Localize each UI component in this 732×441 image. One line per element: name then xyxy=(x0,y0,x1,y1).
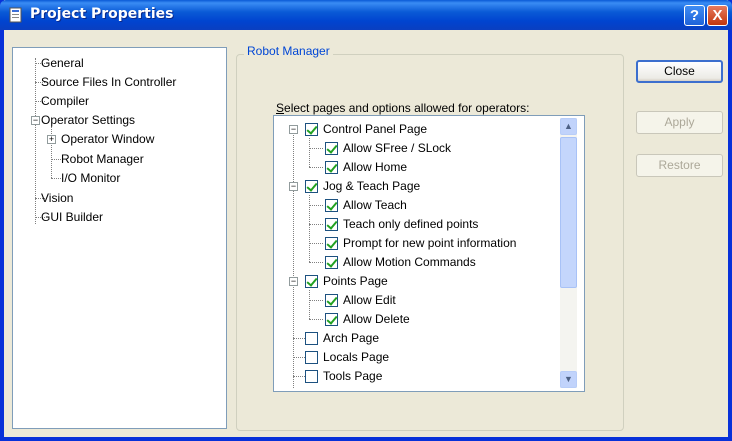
prompt-text: elect pages and options allowed for oper… xyxy=(284,101,530,115)
nav-item-vision[interactable]: Vision xyxy=(41,190,73,206)
tree-connector xyxy=(309,262,323,263)
tree-connector xyxy=(293,338,305,339)
tree-connector xyxy=(293,357,305,358)
option-label: Allow Teach xyxy=(343,198,407,212)
options-prompt: Select pages and options allowed for ope… xyxy=(276,101,530,115)
tree-connector xyxy=(293,126,294,388)
collapse-icon[interactable]: − xyxy=(289,182,298,191)
option-label: Control Panel Page xyxy=(323,122,428,136)
tree-connector xyxy=(293,376,305,377)
nav-item-general[interactable]: General xyxy=(41,55,84,71)
collapse-icon[interactable]: − xyxy=(31,116,40,125)
collapse-icon[interactable]: − xyxy=(289,125,298,134)
nav-item-gui-builder[interactable]: GUI Builder xyxy=(41,209,103,225)
nav-item-operator-window[interactable]: Operator Window xyxy=(61,131,154,147)
close-button[interactable]: Close xyxy=(636,60,723,83)
checkbox[interactable] xyxy=(305,332,318,345)
checkbox[interactable] xyxy=(325,294,338,307)
nav-item-compiler[interactable]: Compiler xyxy=(41,93,89,109)
scroll-thumb[interactable] xyxy=(560,137,577,288)
checkbox[interactable] xyxy=(325,199,338,212)
checkbox[interactable] xyxy=(305,351,318,364)
checkbox[interactable] xyxy=(325,142,338,155)
option-label: Teach only defined points xyxy=(343,217,479,231)
checkbox[interactable] xyxy=(305,370,318,383)
options-tree-list[interactable]: − − − Control Panel Page Allow SFree / S… xyxy=(273,115,585,392)
collapse-icon[interactable]: − xyxy=(289,277,298,286)
option-label: Allow Home xyxy=(343,160,408,174)
tree-connector xyxy=(309,319,323,320)
checkbox[interactable] xyxy=(325,313,338,326)
nav-item-io-monitor[interactable]: I/O Monitor xyxy=(61,170,120,186)
navigation-tree[interactable]: General Source Files In Controller Compi… xyxy=(12,47,227,429)
checkbox[interactable] xyxy=(305,123,318,136)
checkbox[interactable] xyxy=(325,218,338,231)
close-window-button[interactable]: X xyxy=(707,5,728,26)
app-icon xyxy=(9,7,22,23)
title-bar[interactable]: Project Properties ? X xyxy=(0,0,732,30)
option-label: Locals Page xyxy=(323,350,390,364)
group-title: Robot Manager xyxy=(244,44,333,58)
window-title: Project Properties xyxy=(30,6,174,22)
tree-connector xyxy=(309,167,323,168)
project-properties-window: Project Properties ? X General Source Fi… xyxy=(0,0,732,441)
checkbox[interactable] xyxy=(325,256,338,269)
option-label: Allow Delete xyxy=(343,312,410,326)
tree-connector xyxy=(309,205,323,206)
help-button[interactable]: ? xyxy=(684,5,705,26)
nav-item-source-files[interactable]: Source Files In Controller xyxy=(41,74,176,90)
option-label: Points Page xyxy=(323,274,388,288)
option-label: Prompt for new point information xyxy=(343,236,517,250)
tree-connector xyxy=(309,290,310,319)
tree-connector xyxy=(309,148,323,149)
restore-button[interactable]: Restore xyxy=(636,154,723,177)
tree-connector xyxy=(309,243,323,244)
nav-item-operator-settings[interactable]: Operator Settings xyxy=(41,112,135,128)
option-label: Jog & Teach Page xyxy=(323,179,421,193)
prompt-mnemonic: S xyxy=(276,101,285,115)
checkbox[interactable] xyxy=(305,275,318,288)
apply-button[interactable]: Apply xyxy=(636,111,723,134)
vertical-scrollbar[interactable]: ▲ ▼ xyxy=(560,118,577,388)
option-label: Tools Page xyxy=(323,369,383,383)
tree-connector xyxy=(309,300,323,301)
tree-connector xyxy=(309,224,323,225)
option-label: Allow SFree / SLock xyxy=(343,141,452,155)
expand-icon[interactable]: + xyxy=(47,135,56,144)
nav-item-robot-manager[interactable]: Robot Manager xyxy=(61,151,144,167)
tree-connector xyxy=(309,138,310,167)
scroll-up-icon[interactable]: ▲ xyxy=(560,118,577,135)
checkbox[interactable] xyxy=(325,237,338,250)
scroll-down-icon[interactable]: ▼ xyxy=(560,371,577,388)
option-label: Allow Motion Commands xyxy=(343,255,476,269)
option-label: Allow Edit xyxy=(343,293,396,307)
checkbox[interactable] xyxy=(305,180,318,193)
checkbox[interactable] xyxy=(325,161,338,174)
option-label: Arch Page xyxy=(323,331,380,345)
